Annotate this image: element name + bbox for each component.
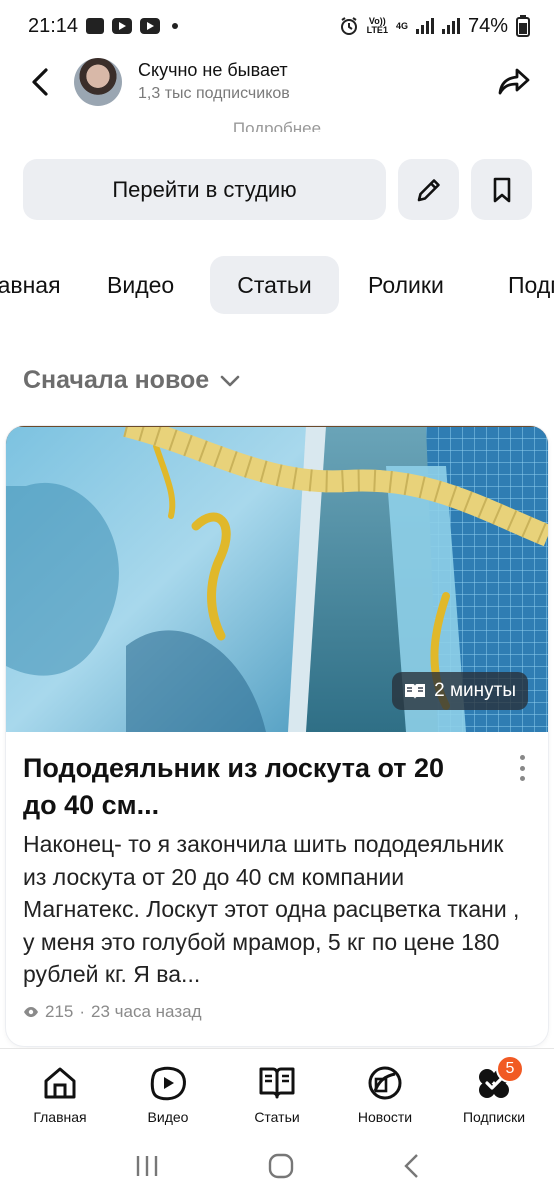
home-icon [40,1063,80,1103]
tab-home[interactable]: Главная [0,256,85,314]
eye-icon [24,1007,38,1017]
nav-video-label: Видео [147,1109,189,1125]
tab-articles[interactable]: Статьи [210,256,339,314]
recent-apps-icon [136,1155,158,1176]
notification-badge: 5 [496,1055,524,1083]
back-button[interactable] [24,66,56,98]
status-left: 21:14 [28,14,179,38]
nav-home[interactable]: Главная [10,1063,110,1125]
nav-video[interactable]: Видео [118,1063,218,1125]
back-arrow-icon [404,1153,418,1178]
battery-percent: 74% [467,14,508,37]
channel-avatar[interactable] [74,58,122,106]
bottom-navigation: Главная Видео Статьи Новости 5 Подписки [0,1048,554,1136]
meta-separator: · [79,1002,86,1021]
tab-shorts[interactable]: Ролики [344,256,468,314]
nav-news[interactable]: Новости [335,1063,435,1125]
bookmark-button[interactable] [471,159,532,220]
subscriptions-icon: 5 [474,1055,524,1103]
post-time: 23 часа назад [91,1002,202,1021]
channel-header: Скучно не бывает 1,3 тыс подписчиков [0,52,554,114]
more-link[interactable]: Подробнее [0,114,554,132]
article-menu-button[interactable] [512,752,532,784]
sort-label: Сначала новое [23,366,210,394]
share-icon [498,68,530,95]
sort-dropdown[interactable]: Сначала новое [23,366,241,395]
tab-subscriptions[interactable]: Подписки [484,256,554,314]
articles-icon [257,1063,297,1103]
channel-name[interactable]: Скучно не бывает [138,60,288,81]
youtube-notification-icon [112,18,133,34]
home-system-button[interactable] [268,1153,294,1184]
article-title[interactable]: Пододеяльник из лоскута от 20 до 40 см..… [23,750,473,824]
status-time: 21:14 [28,14,79,37]
article-card[interactable]: 2 минуты Пододеяльник из лоскута от 20 д… [6,426,548,1046]
gallery-notification-icon [86,18,105,34]
nav-subscriptions[interactable]: 5 Подписки [444,1055,544,1125]
status-bar: 21:14 Vo)) LTE1 4G 74% [0,0,554,52]
signal-icon [415,18,434,34]
read-time-badge: 2 минуты [392,672,528,710]
volte-indicator: Vo)) LTE1 [367,17,388,35]
article-cover-image[interactable]: 2 минуты [6,426,548,732]
nav-news-label: Новости [357,1109,413,1125]
nav-articles[interactable]: Статьи [227,1063,327,1125]
article-snippet[interactable]: Наконец- то я закончила шить пододеяльни… [23,828,523,990]
view-count: 215 [45,1002,74,1021]
chevron-down-icon [220,375,240,386]
edit-button[interactable] [398,159,459,220]
network-type: 4G [395,20,408,31]
read-time: 2 минуты [434,680,516,701]
more-notifications-icon [172,23,179,29]
system-back-button[interactable] [402,1153,420,1184]
nav-subscriptions-label: Подписки [462,1109,526,1125]
book-icon [405,684,426,699]
chevron-left-icon [32,68,48,96]
nav-home-label: Главная [33,1109,87,1125]
system-navigation [0,1136,554,1200]
nav-articles-label: Статьи [254,1109,300,1125]
youtube-notification-icon-2 [140,18,161,34]
go-to-studio-button[interactable]: Перейти в студию [23,159,386,220]
article-meta: 215 · 23 часа назад [23,1002,202,1022]
subscriber-count: 1,3 тыс подписчиков [138,85,290,102]
recent-apps-button[interactable] [134,1154,160,1183]
signal-icon-2 [441,18,460,34]
pencil-icon [417,178,440,201]
tab-video[interactable]: Видео [83,256,198,314]
video-icon [148,1063,188,1103]
bookmark-icon [493,177,510,202]
status-right: Vo)) LTE1 4G 74% [339,15,530,38]
volte-bottom: LTE1 [366,25,388,35]
home-circle-icon [268,1153,294,1178]
share-button[interactable] [496,64,532,100]
channel-tabs: Главная Видео Статьи Ролики Подписки [0,256,554,314]
news-icon [365,1063,405,1103]
battery-icon [516,15,530,37]
alarm-icon [340,17,357,35]
